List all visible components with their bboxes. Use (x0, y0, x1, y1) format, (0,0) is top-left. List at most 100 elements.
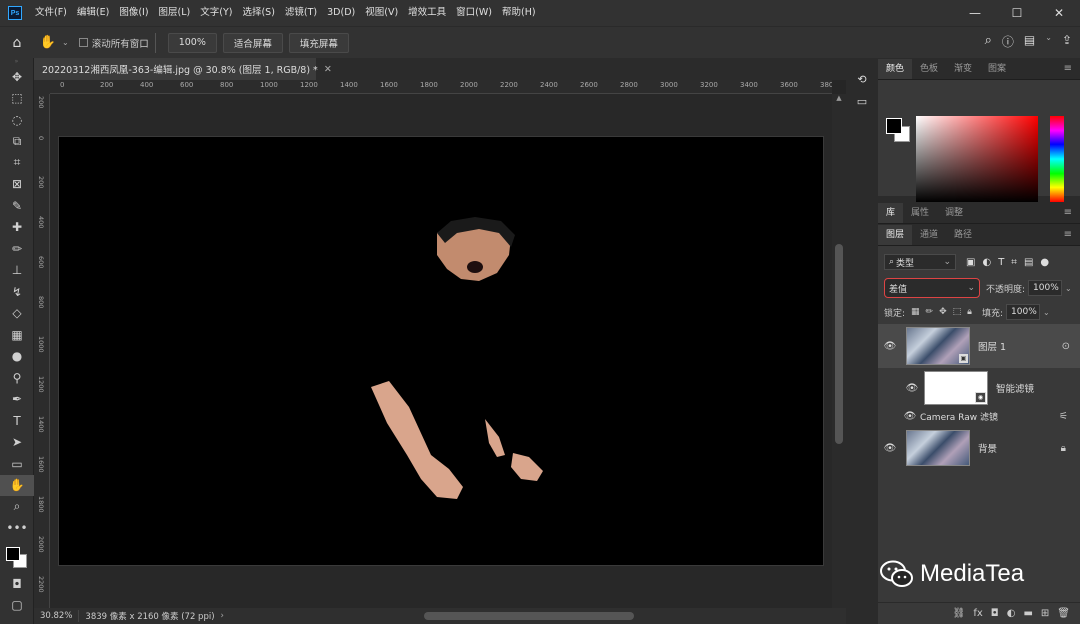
tab-gradients[interactable]: 渐变 (946, 59, 980, 79)
blend-mode-select[interactable]: 差值 ⌄ (884, 278, 980, 298)
layer-row-layer1[interactable]: 👁︎ ▣ 图层 1 ⊙ (878, 324, 1080, 368)
document-canvas[interactable] (58, 136, 824, 566)
chevron-down-icon[interactable]: ⌄ (1065, 284, 1072, 293)
frame-tool-icon[interactable]: ⊠ (0, 174, 34, 196)
dodge-tool-icon[interactable]: ⚲ (0, 367, 34, 389)
lock-position-icon[interactable]: ✥ (939, 307, 947, 317)
filter-toggle-icon[interactable]: ● (1040, 257, 1049, 268)
tab-properties[interactable]: 属性 (903, 203, 937, 223)
scroll-all-windows-checkbox[interactable]: 滚动所有窗口 (78, 36, 149, 50)
close-button[interactable]: ✕ (1038, 0, 1080, 26)
menu-type[interactable]: 文字(Y) (195, 0, 237, 26)
adjustment-layer-icon[interactable]: ◐ (1007, 608, 1016, 619)
menu-plugins[interactable]: 增效工具 (403, 0, 451, 26)
menu-help[interactable]: 帮助(H) (497, 0, 541, 26)
filter-options-icon[interactable]: ⚟ (1059, 411, 1068, 422)
comments-icon[interactable]: ▭ (846, 90, 878, 112)
zoom-tool-icon[interactable]: ⌕ (0, 496, 34, 518)
chevron-down-icon[interactable]: ⌄ (62, 38, 69, 47)
home-icon[interactable]: ⌂ (0, 35, 34, 51)
panel-menu-icon[interactable]: ≡ (1064, 203, 1080, 223)
layer1-thumbnail[interactable]: ▣ (906, 327, 970, 365)
menu-image[interactable]: 图像(I) (114, 0, 153, 26)
chevron-down-icon[interactable]: ⌄ (1045, 33, 1052, 50)
camera-raw-filter-name[interactable]: Camera Raw 滤镜 (920, 410, 998, 423)
delete-layer-icon[interactable]: 🗑︎ (1057, 608, 1070, 619)
canvas-workspace[interactable] (50, 94, 832, 608)
tab-swatches[interactable]: 色板 (912, 59, 946, 79)
menu-select[interactable]: 选择(S) (237, 0, 279, 26)
ruler-origin[interactable] (34, 80, 50, 94)
add-mask-icon[interactable]: ◘ (991, 608, 999, 619)
filter-type-icon[interactable]: T (998, 257, 1004, 268)
marquee-tool-icon[interactable]: ⬚ (0, 88, 34, 110)
eraser-tool-icon[interactable]: ◇ (0, 303, 34, 325)
tab-layers[interactable]: 图层 (878, 225, 913, 245)
horizontal-ruler[interactable]: 0 200 400 600 800 1000 1200 1400 1600 1800 2000 220… (50, 80, 832, 94)
pen-tool-icon[interactable]: ✒ (0, 389, 34, 411)
quick-mask-icon[interactable]: ◘ (0, 573, 34, 595)
visibility-eye-icon[interactable]: 👁︎ (878, 443, 902, 454)
screen-mode-icon[interactable]: ▢ (0, 595, 34, 617)
foreground-color-swatch[interactable] (6, 547, 20, 561)
scroll-up-icon[interactable]: ▲ (832, 94, 846, 102)
link-layers-icon[interactable]: ⛓ (953, 608, 966, 619)
rectangle-tool-icon[interactable]: ▭ (0, 453, 34, 475)
new-layer-icon[interactable]: ⊞ (1041, 608, 1049, 619)
fit-screen-button[interactable]: 适合屏幕 (222, 32, 283, 53)
lock-icon[interactable]: 🔒︎ (1061, 443, 1066, 454)
visibility-eye-icon[interactable]: 👁︎ (878, 341, 902, 352)
new-group-icon[interactable]: ▬ (1023, 608, 1032, 619)
fill-screen-button[interactable]: 填充屏幕 (288, 32, 349, 53)
menu-file[interactable]: 文件(F) (30, 0, 72, 26)
crop-tool-icon[interactable]: ⌗ (0, 152, 34, 174)
vertical-scrollbar[interactable]: ▲ (832, 94, 846, 608)
opacity-input[interactable]: 100% (1028, 280, 1063, 296)
menu-filter[interactable]: 滤镜(T) (280, 0, 322, 26)
camera-raw-filter-row[interactable]: 👁︎ Camera Raw 滤镜 ⚟ (878, 408, 1080, 424)
layer-row-background[interactable]: 👁︎ 背景 🔒︎ (878, 428, 1080, 468)
layer1-name[interactable]: 图层 1 (978, 339, 1006, 353)
layer-kind-filter[interactable]: ⌕ 类型 ⌄ (884, 254, 956, 270)
lock-image-icon[interactable]: ✏ (926, 307, 934, 317)
share-icon[interactable]: ⇪ (1062, 33, 1072, 50)
maximize-button[interactable]: ☐ (996, 0, 1038, 26)
zoom-level[interactable]: 30.82% (34, 611, 78, 621)
menu-3d[interactable]: 3D(D) (322, 0, 360, 26)
layer-style-icon[interactable]: fx (973, 608, 982, 619)
fill-input[interactable]: 100% (1006, 304, 1041, 320)
chevron-right-icon[interactable]: › (221, 611, 224, 621)
menu-edit[interactable]: 编辑(E) (72, 0, 114, 26)
lock-artboard-icon[interactable]: ⬚ (953, 307, 962, 317)
visibility-eye-icon[interactable]: 👁︎ (900, 411, 920, 422)
gradient-tool-icon[interactable]: ▦ (0, 324, 34, 346)
more-tools-icon[interactable]: ••• (0, 518, 34, 540)
eyedropper-tool-icon[interactable]: ✎ (0, 195, 34, 217)
stamp-tool-icon[interactable]: ⊥ (0, 260, 34, 282)
menu-view[interactable]: 视图(V) (360, 0, 403, 26)
menu-window[interactable]: 窗口(W) (451, 0, 497, 26)
hand-tool-preset-icon[interactable]: ✋ (34, 35, 62, 50)
brush-tool-icon[interactable]: ✏ (0, 238, 34, 260)
tab-patterns[interactable]: 图案 (980, 59, 1014, 79)
healing-brush-tool-icon[interactable]: ✚ (0, 217, 34, 239)
tab-paths[interactable]: 路径 (946, 225, 980, 245)
background-layer-name[interactable]: 背景 (978, 441, 997, 455)
smart-filters-row[interactable]: 👁︎ ◉ 智能滤镜 (878, 370, 1080, 406)
search-icon[interactable]: ⌕ (985, 33, 992, 50)
filter-adjustment-icon[interactable]: ◐ (982, 257, 991, 268)
lock-transparent-icon[interactable]: ▦ (911, 307, 920, 317)
blur-tool-icon[interactable]: ● (0, 346, 34, 368)
workspace-icon[interactable]: ▤ (1024, 33, 1035, 50)
filter-smart-object-icon[interactable]: ▤ (1024, 257, 1033, 268)
checkbox-box[interactable] (78, 38, 88, 47)
type-tool-icon[interactable]: T (0, 410, 34, 432)
color-panel-foreground-swatch[interactable] (886, 118, 902, 134)
color-swatches[interactable] (0, 539, 34, 573)
filter-pixel-icon[interactable]: ▣ (966, 257, 975, 268)
smart-filter-mask-thumbnail[interactable]: ◉ (924, 371, 988, 405)
horizontal-scroll-thumb[interactable] (424, 612, 634, 620)
tab-adjustments[interactable]: 调整 (937, 203, 971, 223)
hue-slider[interactable] (1050, 116, 1064, 202)
vertical-scroll-thumb[interactable] (835, 244, 843, 444)
